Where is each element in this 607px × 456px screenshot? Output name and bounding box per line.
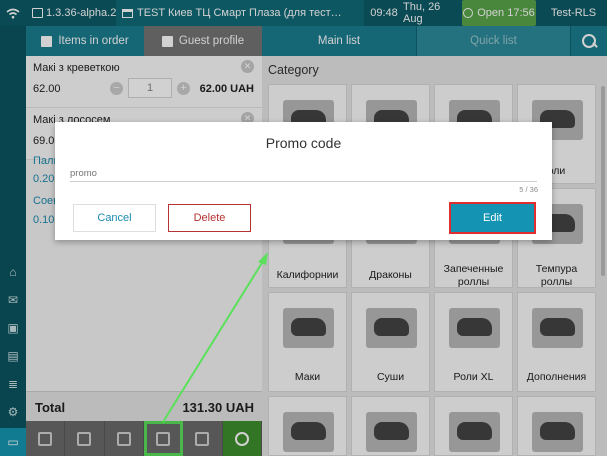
promo-code-dialog: Promo code 5 / 36 Cancel Delete Edit xyxy=(55,122,552,240)
delete-button[interactable]: Delete xyxy=(168,204,251,232)
char-counter: 5 / 36 xyxy=(519,185,538,194)
dialog-title: Promo code xyxy=(265,135,342,151)
cancel-button[interactable]: Cancel xyxy=(73,204,156,232)
promo-code-input[interactable] xyxy=(70,166,537,182)
edit-button[interactable]: Edit xyxy=(449,202,536,234)
